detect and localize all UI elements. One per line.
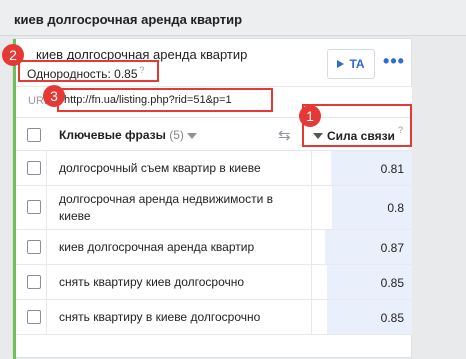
strength-cell: 0.8 — [311, 186, 412, 229]
more-options-button[interactable]: ••• — [381, 51, 407, 77]
table-row[interactable]: долгосрочный съем квартир в киеве 0.81 — [16, 151, 412, 186]
keyword-phrase: долгосрочный съем квартир в киеве — [59, 161, 261, 175]
strength-value: 0.8 — [387, 201, 404, 215]
strength-cell: 0.81 — [311, 151, 412, 185]
select-all-checkbox[interactable] — [27, 128, 41, 142]
table-row[interactable]: снять квартиру киев долгосрочно 0.85 — [16, 265, 412, 300]
background-strip — [413, 38, 466, 358]
strength-value: 0.85 — [380, 311, 404, 325]
top-bar: киев долгосрочная аренда квартир — [0, 0, 466, 36]
strength-value: 0.81 — [380, 162, 404, 176]
table-row[interactable]: снять квартиру в киеве долгосрочно 0.85 — [16, 300, 412, 335]
ta-button-label: TA — [349, 57, 365, 71]
keyword-phrase: снять квартиру киев долгосрочно — [59, 275, 245, 289]
annotation-marker-3: 3 — [43, 85, 65, 107]
annotation-marker-1: 1 — [299, 105, 321, 127]
phrases-header-label: Ключевые фразы — [59, 128, 166, 142]
strength-cell: 0.87 — [311, 230, 412, 264]
swap-arrows-icon[interactable]: ⇆ — [278, 126, 291, 144]
column-divider — [46, 230, 47, 264]
table-row[interactable]: киев долгосрочная аренда квартир 0.87 — [16, 230, 412, 265]
row-checkbox[interactable] — [27, 240, 41, 254]
column-divider — [46, 265, 47, 299]
column-divider — [46, 186, 47, 229]
keyword-phrase: долгосрочная аренда недвижимости в киеве — [59, 192, 274, 223]
chevron-down-icon[interactable] — [187, 133, 197, 139]
annotation-marker-2: 2 — [2, 44, 24, 66]
row-checkbox[interactable] — [27, 310, 41, 324]
page-title: киев долгосрочная аренда квартир — [14, 12, 243, 27]
column-divider — [46, 300, 47, 334]
annotation-box-2 — [18, 60, 159, 82]
annotation-box-3 — [57, 88, 273, 112]
phrases-column-header[interactable]: Ключевые фразы (5) — [59, 128, 184, 142]
row-checkbox[interactable] — [27, 200, 41, 214]
column-divider — [46, 151, 47, 185]
play-icon — [337, 60, 345, 68]
table-row[interactable]: долгосрочная аренда недвижимости в киеве… — [16, 186, 412, 230]
strength-cell: 0.85 — [311, 300, 412, 334]
cluster-card: киев долгосрочная аренда квартир Однород… — [12, 38, 412, 359]
keyword-phrase: киев долгосрочная аренда квартир — [59, 240, 255, 254]
ta-button[interactable]: TA — [327, 49, 375, 79]
strength-value: 0.85 — [380, 276, 404, 290]
phrases-count: (5) — [169, 128, 184, 142]
row-checkbox[interactable] — [27, 161, 41, 175]
strength-cell: 0.85 — [311, 265, 412, 299]
keyword-phrase: снять квартиру в киеве долгосрочно — [59, 310, 261, 324]
strength-value: 0.87 — [380, 241, 404, 255]
row-checkbox[interactable] — [27, 275, 41, 289]
